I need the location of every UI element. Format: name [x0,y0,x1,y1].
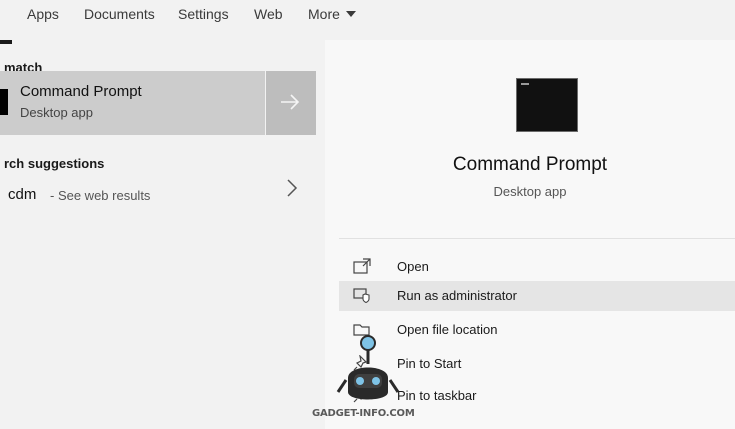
run-as-administrator-label: Run as administrator [397,288,517,303]
tab-settings[interactable]: Settings [178,6,229,22]
cmd-cursor [521,83,529,85]
open-details-button[interactable] [266,71,316,135]
start-search-window: Apps Documents Settings Web More match C… [0,0,735,429]
tab-web[interactable]: Web [254,6,283,22]
tab-documents[interactable]: Documents [84,6,155,22]
watermark-logo: GADGET-INFO.COM [300,330,440,429]
watermark-text: GADGET-INFO.COM [312,408,415,419]
search-filter-tabs: Apps Documents Settings Web More [0,0,735,44]
robot-mascot-icon [336,335,400,400]
cmd-terminal-icon [516,78,578,132]
open-action-label: Open [397,259,429,274]
run-as-administrator-action[interactable]: Run as administrator [339,281,735,311]
arrow-right-icon [281,94,300,110]
search-suggestions-heading: rch suggestions [4,156,105,171]
chevron-right-icon [287,179,298,197]
open-action[interactable]: Open [339,252,735,282]
best-match-subtitle: Desktop app [20,105,93,120]
tab-more[interactable]: More [308,6,356,22]
cmd-terminal-icon [0,89,8,115]
caret-down-icon [345,11,356,17]
divider [339,238,735,239]
tab-more-label: More [308,6,340,22]
shield-admin-icon [353,288,370,303]
best-match-title: Command Prompt [20,83,142,100]
suggestion-hint: - See web results [50,188,151,203]
detail-subtitle: Desktop app [493,184,567,199]
results-pane: match Command Prompt Desktop app rch sug… [0,44,318,429]
best-match-result[interactable]: Command Prompt Desktop app [0,71,265,135]
detail-title: Command Prompt [452,154,608,175]
open-window-icon [353,258,371,274]
tab-apps[interactable]: Apps [27,6,59,22]
suggestion-query: cdm [8,186,37,203]
web-suggestion-row[interactable]: cdm - See web results [0,172,318,210]
